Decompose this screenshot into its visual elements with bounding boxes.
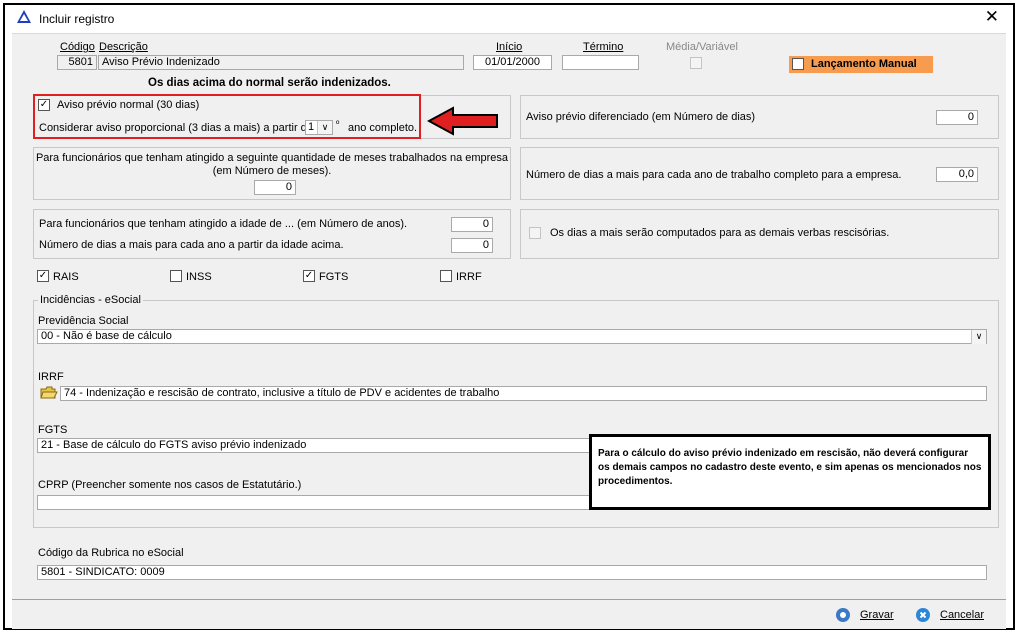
app-triangle-icon	[17, 10, 31, 26]
codigo-field: 5801	[57, 55, 97, 70]
inicio-field[interactable]: 01/01/2000	[473, 55, 552, 70]
meses-field[interactable]: 0	[254, 180, 296, 195]
folder-open-icon[interactable]	[40, 386, 58, 403]
title-bar: Incluir registro ✕	[5, 5, 1013, 33]
termino-field[interactable]	[562, 55, 639, 70]
rubrica-label: Código da Rubrica no eSocial	[38, 547, 184, 559]
irrf-esocial-label: IRRF	[38, 371, 64, 383]
chevron-down-icon[interactable]: ∨	[317, 121, 332, 134]
computados-label: Os dias a mais serão computados para as …	[550, 227, 890, 239]
cancel-icon	[916, 608, 930, 622]
ordinal-mark: º	[336, 119, 340, 129]
instruction-callout: Para o cálculo do aviso prévio indenizad…	[589, 434, 991, 510]
media-checkbox	[690, 57, 702, 69]
chevron-down-icon[interactable]: ∨	[971, 330, 986, 344]
gravar-button[interactable]: Gravar	[836, 608, 894, 622]
aviso-normal-checkbox[interactable]: ✓	[38, 99, 50, 111]
window-title: Incluir registro	[39, 12, 115, 26]
irrf-label: IRRF	[456, 271, 482, 283]
meses-label-1: Para funcionários que tenham atingido a …	[35, 152, 509, 164]
fgts-checkbox[interactable]: ✓	[303, 270, 315, 282]
red-arrow-icon	[427, 106, 498, 136]
idade-field[interactable]: 0	[451, 217, 493, 232]
descricao-field[interactable]: Aviso Prévio Indenizado	[98, 55, 464, 70]
fgts-esocial-field[interactable]: 21 - Base de cálculo do FGTS aviso prévi…	[37, 438, 591, 453]
aviso-diferenciado-label: Aviso prévio diferenciado (em Número de …	[526, 111, 756, 123]
lancamento-label: Lançamento Manual	[811, 58, 917, 70]
rais-label: RAIS	[53, 271, 79, 283]
fgts-esocial-label: FGTS	[38, 424, 68, 436]
lancamento-checkbox[interactable]	[792, 58, 804, 70]
proporcional-suffix: ano completo.	[348, 122, 418, 134]
idade-group	[33, 209, 511, 259]
save-icon	[836, 608, 850, 622]
gravar-label: Gravar	[860, 609, 894, 621]
cprp-label: CPRP (Preencher somente nos casos de Est…	[38, 479, 302, 491]
aviso-diferenciado-field[interactable]: 0	[936, 110, 978, 125]
irrf-checkbox[interactable]	[440, 270, 452, 282]
proporcional-label: Considerar aviso proporcional (3 dias a …	[39, 122, 313, 134]
meses-label-2: (em Número de meses).	[212, 165, 332, 177]
cprp-field[interactable]	[37, 495, 591, 510]
rais-checkbox[interactable]: ✓	[37, 270, 49, 282]
proporcional-select[interactable]: 1 ∨	[305, 120, 333, 135]
inss-label: INSS	[186, 271, 212, 283]
proporcional-value: 1	[308, 121, 315, 133]
cancelar-button[interactable]: Cancelar	[916, 608, 984, 622]
aviso-normal-label: Aviso prévio normal (30 dias)	[57, 99, 200, 111]
lancamento-manual-toggle[interactable]: Lançamento Manual	[789, 56, 933, 73]
rubrica-field[interactable]: 5801 - SINDICATO: 0009	[37, 565, 987, 580]
descricao-label: Descrição	[99, 41, 148, 53]
inicio-label: Início	[496, 41, 523, 53]
close-icon[interactable]: ✕	[985, 8, 999, 26]
codigo-label: Código	[60, 41, 95, 53]
cancelar-label: Cancelar	[940, 609, 985, 621]
computados-checkbox	[529, 227, 541, 239]
esocial-group-title: Incidências - eSocial	[38, 294, 143, 306]
notice-text: Os dias acima do normal serão indenizado…	[148, 77, 391, 89]
irrf-esocial-field[interactable]: 74 - Indenização e rescisão de contrato,…	[60, 386, 987, 401]
idade-label: Para funcionários que tenham atingido a …	[39, 218, 408, 230]
fgts-label: FGTS	[319, 271, 349, 283]
previdencia-select[interactable]: 00 - Não é base de cálculo	[37, 329, 987, 344]
inss-checkbox[interactable]	[170, 270, 182, 282]
dias-ano-label: Número de dias a mais para cada ano de t…	[526, 169, 902, 181]
media-label: Média/Variável	[666, 41, 738, 53]
previdencia-label: Previdência Social	[38, 315, 129, 327]
previdencia-value: 00 - Não é base de cálculo	[41, 330, 172, 342]
dias-ano-field[interactable]: 0,0	[936, 167, 978, 182]
termino-label: Término	[583, 41, 624, 53]
idade-dias-field[interactable]: 0	[451, 238, 493, 253]
idade-dias-label: Número de dias a mais para cada ano a pa…	[39, 239, 344, 251]
